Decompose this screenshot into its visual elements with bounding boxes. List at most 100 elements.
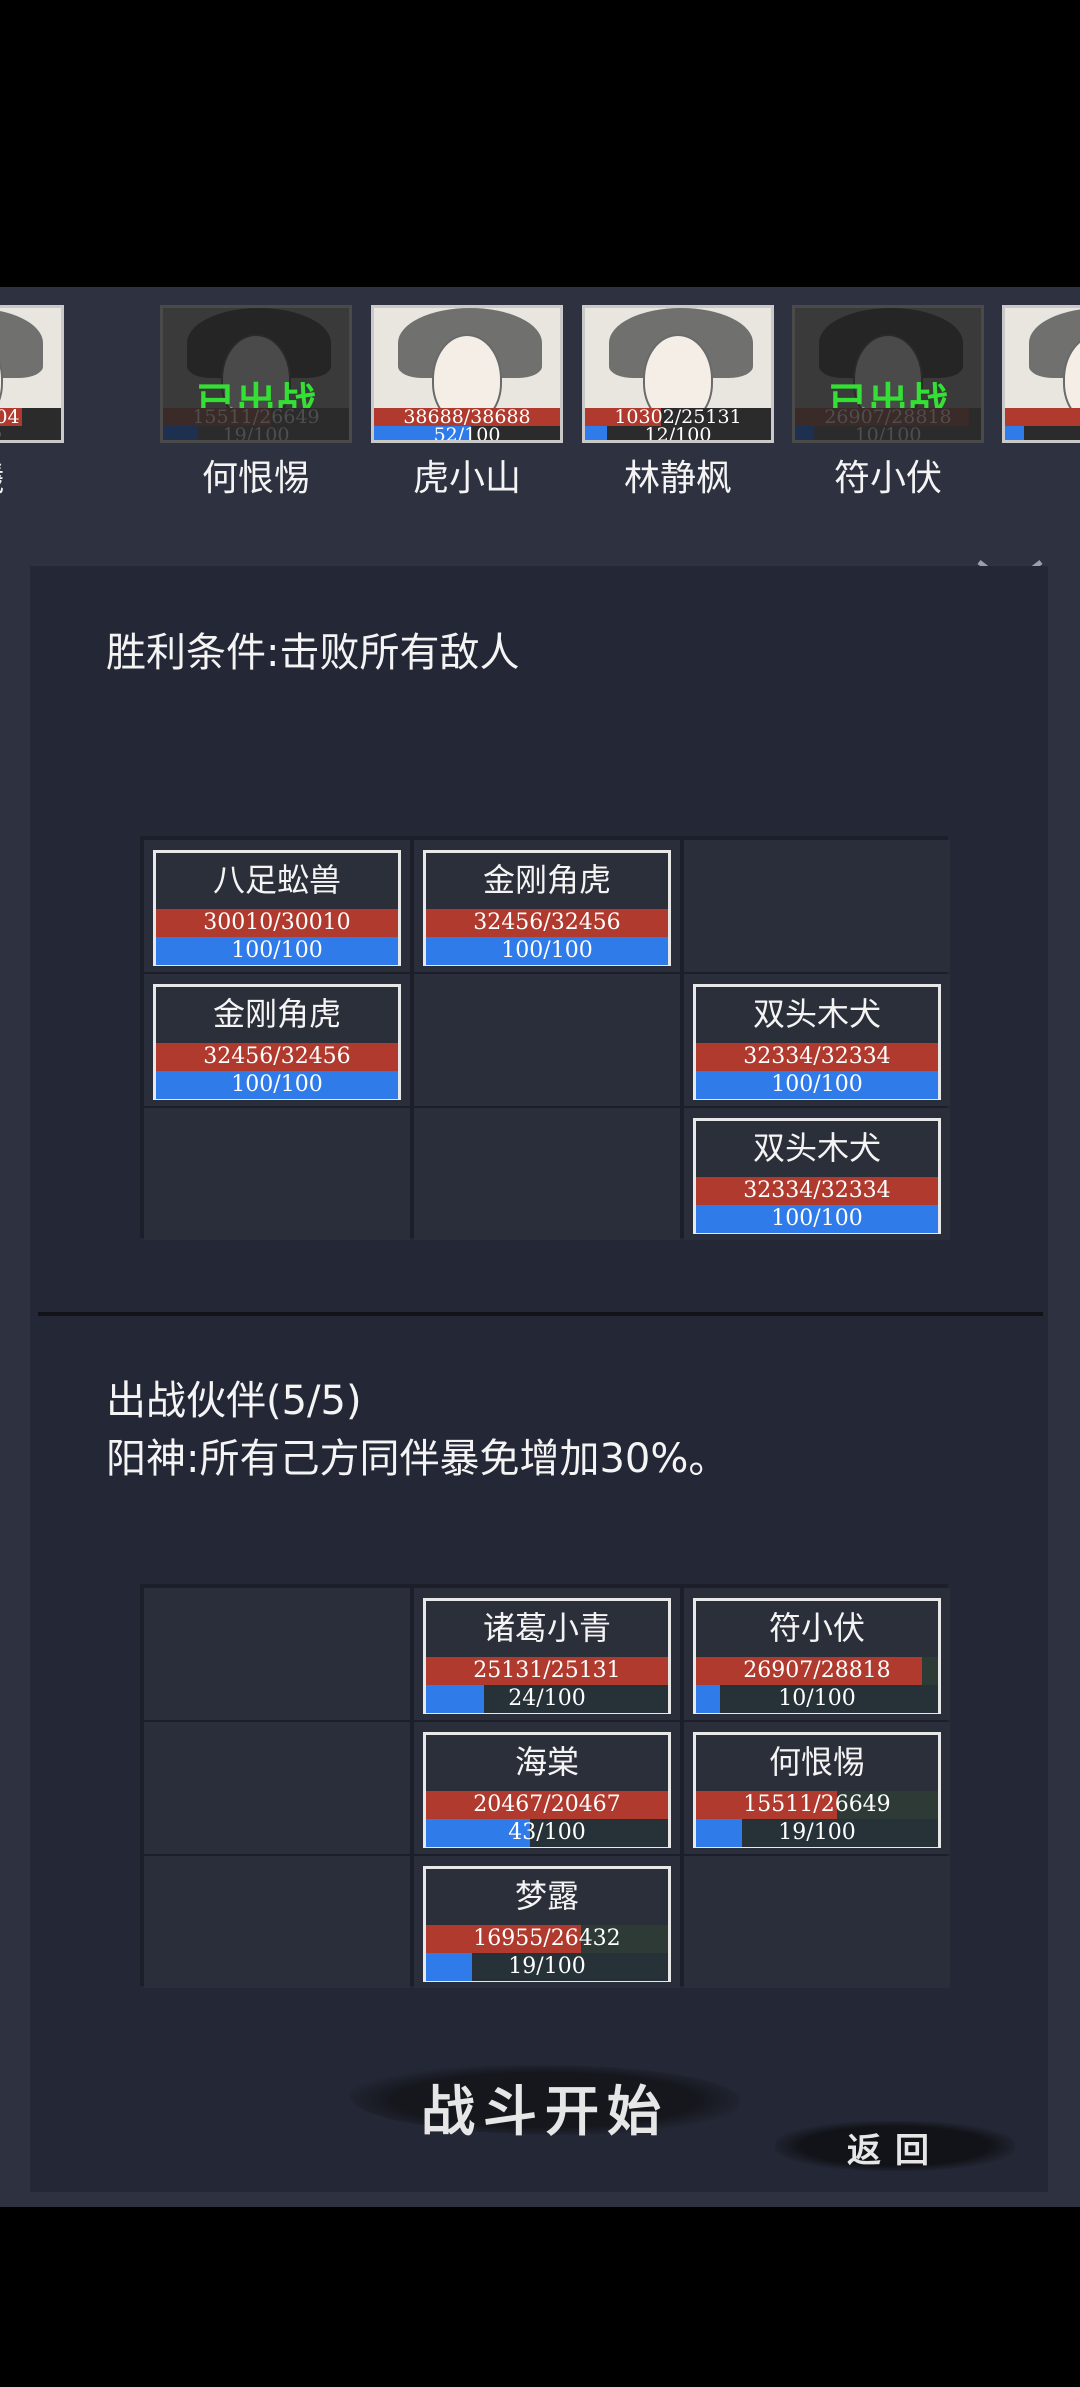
enemy-slot[interactable]: 八足蚣兽 30010/30010 100/100 <box>144 840 410 972</box>
hp-bar: 32456/32456 <box>156 1043 398 1071</box>
hp-text: 32334/32334 <box>743 1178 891 1203</box>
navigation-bar-area <box>0 2207 1080 2387</box>
ally-slot[interactable] <box>684 1856 950 1988</box>
enemy-slot[interactable] <box>414 974 680 1106</box>
character-portrait: 已出战 15511/26649 19/100 <box>160 305 352 443</box>
hp-text: 20467/20467 <box>473 1792 621 1817</box>
enemy-unit-card[interactable]: 双头木犬 32334/32334 100/100 <box>693 984 941 1100</box>
mp-text: 100/100 <box>231 1072 323 1097</box>
hp-text: 26907/28818 <box>743 1658 891 1683</box>
mp-text: 10/100 <box>778 1686 856 1711</box>
character-portrait: 已出战 26907/28818 10/100 <box>792 305 984 443</box>
back-button[interactable]: 返回 <box>775 2115 1015 2175</box>
hp-bar: 15511/26649 <box>696 1791 938 1819</box>
mp-bar: 100/100 <box>696 1205 938 1233</box>
character-portrait: 10302/25131 12/100 <box>582 305 774 443</box>
unit-name: 梦露 <box>514 1877 579 1915</box>
roster-card[interactable]: 2141 李 <box>1002 305 1080 501</box>
ally-slot[interactable]: 何恨惕 15511/26649 19/100 <box>684 1722 950 1854</box>
ally-slot[interactable] <box>144 1856 410 1988</box>
enemy-unit-card[interactable]: 金刚角虎 32456/32456 100/100 <box>423 850 671 966</box>
mp-bar: 12/100 <box>585 424 771 443</box>
ally-unit-card[interactable]: 诸葛小青 25131/25131 24/100 <box>423 1598 671 1714</box>
character-name: 李 <box>1002 449 1080 501</box>
character-roster[interactable]: 598/2350426/100 段曦 已出战15511/2664919/100 何恨惕… <box>0 287 1080 557</box>
ally-slot[interactable]: 梦露 16955/26432 19/100 <box>414 1856 680 1988</box>
ally-formation-grid: 诸葛小青 25131/25131 24/100 符小伏 26907/28818 10/10… <box>140 1584 950 1988</box>
mp-text: 19/100 <box>508 1954 586 1979</box>
hp-bar: 32456/32456 <box>426 909 668 937</box>
partners-bonus: 阳神:所有己方同伴暴免增加30%。 <box>106 1436 729 1482</box>
unit-name: 何恨惕 <box>768 1743 865 1781</box>
enemy-slot[interactable] <box>414 1108 680 1240</box>
ally-unit-card[interactable]: 梦露 16955/26432 19/100 <box>423 1866 671 1982</box>
enemy-slot[interactable]: 金刚角虎 32456/32456 100/100 <box>144 974 410 1106</box>
ally-slot[interactable]: 海棠 20467/20467 43/100 <box>414 1722 680 1854</box>
unit-name: 双头木犬 <box>752 1129 881 1167</box>
mp-bar: 52/100 <box>374 424 560 443</box>
unit-name: 海棠 <box>514 1743 579 1781</box>
character-portrait: 38688/38688 52/100 <box>371 305 563 443</box>
mp-text: 100/100 <box>771 1072 863 1097</box>
back-label: 返回 <box>847 2131 943 2171</box>
hp-text: 16955/26432 <box>473 1926 621 1951</box>
hp-text: 598/23504 <box>0 406 20 428</box>
enemy-slot[interactable]: 双头木犬 32334/32334 100/100 <box>684 974 950 1106</box>
section-divider <box>38 1312 1043 1316</box>
hp-text: 32456/32456 <box>473 910 621 935</box>
enemy-unit-card[interactable]: 金刚角虎 32456/32456 100/100 <box>153 984 401 1100</box>
mp-text: 24/100 <box>508 1686 586 1711</box>
roster-card[interactable]: 已出战 15511/26649 19/100 何恨惕 <box>160 305 352 501</box>
mp-bar: 10/100 <box>696 1685 938 1713</box>
mp-text: 52/100 <box>433 424 501 443</box>
hp-text: 25131/25131 <box>473 1658 621 1683</box>
mp-text: 43/100 <box>508 1820 586 1845</box>
unit-name: 金刚角虎 <box>482 861 611 899</box>
mp-text: 19/100 <box>778 1820 856 1845</box>
enemy-slot[interactable] <box>144 1108 410 1240</box>
unit-name: 八足蚣兽 <box>212 861 341 899</box>
hp-text: 32456/32456 <box>203 1044 351 1069</box>
mp-text: 26/100 <box>0 426 61 441</box>
ally-slot[interactable]: 符小伏 26907/28818 10/100 <box>684 1588 950 1720</box>
character-name: 段曦 <box>0 449 64 501</box>
enemy-slot[interactable] <box>684 840 950 972</box>
start-battle-button[interactable]: 战斗开始 <box>350 2055 740 2145</box>
hp-bar: 30010/30010 <box>156 909 398 937</box>
ally-slot[interactable] <box>144 1722 410 1854</box>
mp-bar: 1 <box>1005 426 1080 440</box>
enemy-slot[interactable]: 双头木犬 32334/32334 100/100 <box>684 1108 950 1240</box>
character-portrait: 2141 <box>1002 305 1080 443</box>
ally-unit-card[interactable]: 何恨惕 15511/26649 19/100 <box>693 1732 941 1848</box>
mp-text: 10/100 <box>854 424 922 443</box>
mp-text: 12/100 <box>644 424 712 443</box>
mp-text: 100/100 <box>771 1206 863 1231</box>
ally-slot[interactable] <box>144 1588 410 1720</box>
mp-bar: 100/100 <box>156 937 398 965</box>
mp-bar: 100/100 <box>156 1071 398 1099</box>
portrait-hair <box>0 308 43 378</box>
roster-card[interactable]: 已出战 26907/28818 10/100 符小伏 <box>792 305 984 501</box>
mp-bar: 24/100 <box>426 1685 668 1713</box>
unit-name: 符小伏 <box>768 1609 865 1647</box>
mp-bar: 10/100 <box>795 424 981 443</box>
hp-bar: 16955/26432 <box>426 1925 668 1953</box>
unit-name: 诸葛小青 <box>482 1609 611 1647</box>
unit-name: 双头木犬 <box>752 995 881 1033</box>
mp-bar: 43/100 <box>426 1819 668 1847</box>
mp-bar: 19/100 <box>426 1953 668 1981</box>
roster-card[interactable]: 10302/25131 12/100 林静枫 <box>582 305 774 501</box>
hp-bar: 20467/20467 <box>426 1791 668 1819</box>
ally-slot[interactable]: 诸葛小青 25131/25131 24/100 <box>414 1588 680 1720</box>
roster-card[interactable]: 38688/38688 52/100 虎小山 <box>371 305 563 501</box>
mp-bar: 19/100 <box>163 426 349 440</box>
mp-bar: 100/100 <box>426 937 668 965</box>
roster-card[interactable]: 598/2350426/100 段曦 <box>0 305 64 501</box>
enemy-unit-card[interactable]: 双头木犬 32334/32334 100/100 <box>693 1118 941 1234</box>
ally-unit-card[interactable]: 海棠 20467/20467 43/100 <box>423 1732 671 1848</box>
enemy-unit-card[interactable]: 八足蚣兽 30010/30010 100/100 <box>153 850 401 966</box>
enemy-slot[interactable]: 金刚角虎 32456/32456 100/100 <box>414 840 680 972</box>
start-battle-label: 战斗开始 <box>421 2079 669 2143</box>
ally-unit-card[interactable]: 符小伏 26907/28818 10/100 <box>693 1598 941 1714</box>
character-name: 虎小山 <box>412 458 521 499</box>
